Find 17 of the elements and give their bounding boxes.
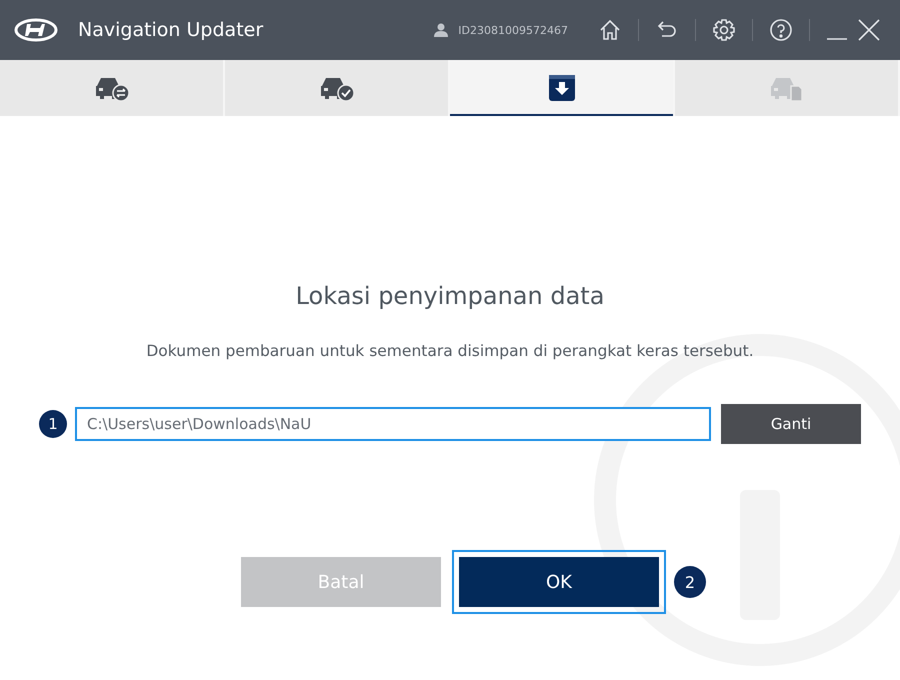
home-icon[interactable] — [598, 18, 622, 42]
description-text: Dokumen pembaruan untuk sementara disimpan di perangkat keras tersebut. — [146, 342, 754, 360]
change-button[interactable]: Ganti — [721, 404, 861, 444]
logo-icon — [14, 18, 58, 42]
download-icon — [548, 74, 576, 102]
step-number-badge: 2 — [674, 566, 706, 598]
dialog-title: Lokasi penyimpanan data — [296, 282, 604, 310]
help-icon[interactable] — [769, 18, 793, 42]
dialog-button[interactable]: OK — [459, 557, 659, 607]
user-icon — [434, 23, 448, 37]
user-id: ID23081009572467 — [458, 24, 568, 36]
step-number-badge: 1 — [39, 410, 67, 438]
window-title: Navigation Updater — [78, 19, 264, 41]
step-tab[interactable] — [450, 60, 675, 116]
close-icon[interactable] — [858, 19, 880, 41]
path-field[interactable]: C:\Users\user\Downloads\NaU — [75, 407, 711, 441]
settings-icon[interactable] — [712, 18, 736, 42]
